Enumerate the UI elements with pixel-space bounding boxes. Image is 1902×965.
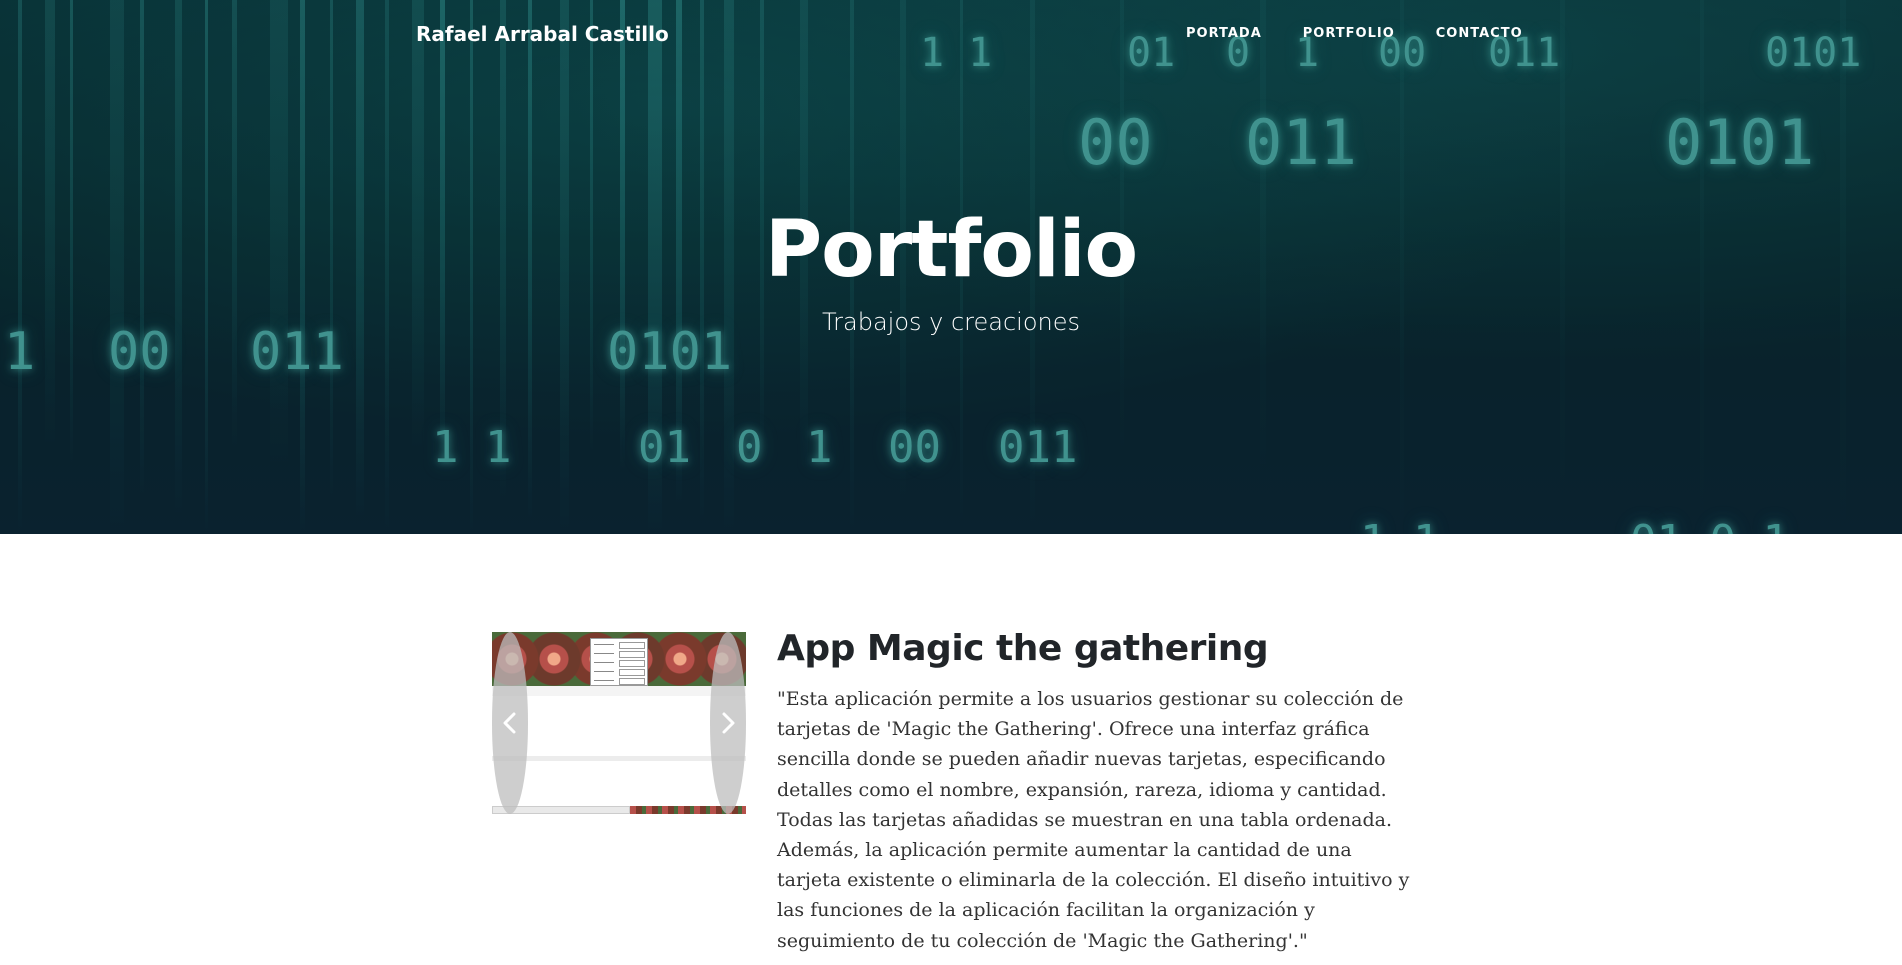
nav-link-portfolio[interactable]: PORTFOLIO [1303, 26, 1395, 41]
main-nav: PORTADA PORTFOLIO CONTACTO [1186, 26, 1523, 41]
screenshot-form-panel [590, 638, 648, 686]
screenshot-table-headers [492, 687, 746, 695]
page-subtitle: Trabajos y creaciones [822, 308, 1080, 336]
page-title: Portfolio [764, 205, 1138, 295]
nav-link-contacto[interactable]: CONTACTO [1436, 26, 1523, 41]
project-title: App Magic the gathering [777, 628, 1269, 669]
screenshot-table-row [492, 756, 746, 761]
hero-header: 1 1 01 0 1 00 011 0101 00 011 0101 1 00 … [0, 0, 1902, 534]
carousel-next-button[interactable] [710, 632, 746, 814]
brand-link[interactable]: Rafael Arrabal Castillo [416, 22, 669, 46]
nav-link-portada[interactable]: PORTADA [1186, 26, 1262, 41]
chevron-left-icon [503, 712, 516, 734]
carousel-prev-button[interactable] [492, 632, 528, 814]
screenshot-table [492, 696, 746, 806]
screenshot-bottom-bar [492, 806, 746, 814]
project-description: "Esta aplicación permite a los usuarios … [777, 688, 1410, 952]
chevron-right-icon [722, 712, 735, 734]
project-image-carousel[interactable] [492, 632, 746, 814]
